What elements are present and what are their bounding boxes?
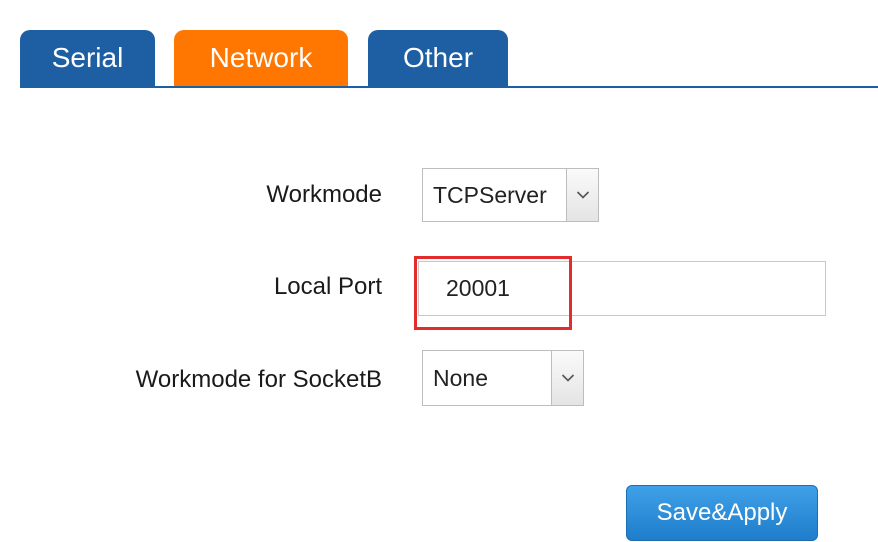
workmode-select-value: TCPServer bbox=[433, 181, 547, 208]
chevron-down-icon bbox=[561, 374, 574, 382]
workmode-label: Workmode bbox=[266, 181, 382, 208]
socketb-workmode-value: None bbox=[433, 364, 488, 391]
local-port-label: Local Port bbox=[273, 273, 382, 300]
local-port-value: 20001 bbox=[446, 275, 510, 301]
tab-network-label: Network bbox=[209, 42, 313, 73]
socketb-dropdown-arrow[interactable] bbox=[551, 351, 583, 405]
tab-serial[interactable]: Serial bbox=[20, 30, 155, 86]
save-apply-button[interactable]: Save&Apply bbox=[626, 485, 818, 541]
workmode-dropdown-arrow[interactable] bbox=[566, 169, 598, 221]
save-apply-label: Save&Apply bbox=[656, 499, 788, 526]
tab-serial-label: Serial bbox=[51, 42, 124, 73]
tab-bar: Serial Network Other bbox=[20, 30, 878, 86]
tab-bar-underline bbox=[20, 86, 878, 88]
tab-other[interactable]: Other bbox=[368, 30, 508, 86]
socketb-workmode-label: Workmode for SocketB bbox=[135, 366, 382, 393]
chevron-down-icon bbox=[576, 191, 589, 199]
workmode-select[interactable]: TCPServer bbox=[422, 168, 599, 222]
local-port-input[interactable]: 20001 bbox=[418, 261, 826, 316]
tab-other-label: Other bbox=[402, 42, 474, 73]
tab-network[interactable]: Network bbox=[174, 30, 348, 86]
socketb-workmode-select[interactable]: None bbox=[422, 350, 584, 406]
